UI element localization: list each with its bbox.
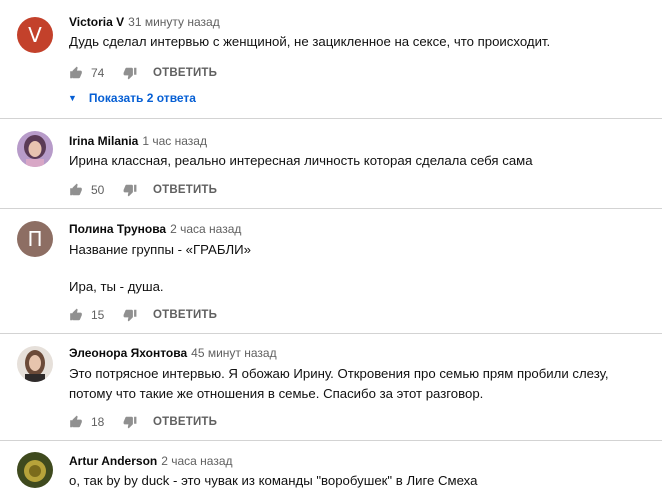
comment-actions: 15 ОТВЕТИТЬ [69, 306, 217, 324]
comment-text: Ира, ты - душа. [69, 279, 164, 294]
reply-button[interactable]: ОТВЕТИТЬ [153, 184, 217, 196]
like-count: 74 [91, 66, 105, 80]
comment-header: Элеонора Яхонтова 45 минут назад [69, 346, 277, 361]
thumb-up-icon[interactable] [69, 66, 83, 80]
avatar[interactable] [17, 452, 53, 488]
thumb-up-icon[interactable] [69, 415, 83, 429]
reply-button[interactable]: ОТВЕТИТЬ [153, 309, 217, 321]
thumb-up-icon[interactable] [69, 308, 83, 322]
divider [0, 440, 662, 441]
comment-text: Название группы - «ГРАБЛИ» [69, 242, 251, 257]
like-count: 18 [91, 415, 105, 429]
timestamp[interactable]: 1 час назад [142, 134, 207, 148]
avatar[interactable] [17, 346, 53, 382]
avatar-photo [17, 346, 53, 382]
divider [0, 208, 662, 209]
thumb-up-icon[interactable] [69, 183, 83, 197]
avatar-photo [17, 452, 53, 488]
divider [0, 118, 662, 119]
avatar[interactable]: V [17, 17, 53, 53]
timestamp[interactable]: 45 минут назад [191, 346, 276, 360]
like-count: 15 [91, 308, 105, 322]
avatar-photo [17, 131, 53, 167]
comment-header: Irina Milania 1 час назад [69, 134, 207, 149]
thumb-down-icon[interactable] [123, 66, 137, 80]
timestamp[interactable]: 2 часа назад [161, 454, 232, 468]
comment-header: Artur Anderson 2 часа назад [69, 454, 233, 469]
comment-actions: 74 ОТВЕТИТЬ [69, 64, 217, 82]
show-replies-label: Показать 2 ответа [88, 91, 196, 105]
timestamp[interactable]: 2 часа назад [170, 222, 241, 236]
author-name[interactable]: Artur Anderson [69, 454, 157, 468]
divider [0, 333, 662, 334]
comment-text: Это потрясное интервью. Я обожаю Ирину. … [69, 366, 609, 381]
comment-actions: 18 ОТВЕТИТЬ [69, 413, 217, 431]
comment-text: Дудь сделал интервью с женщиной, не заци… [69, 34, 551, 49]
thumb-down-icon[interactable] [123, 308, 137, 322]
author-name[interactable]: Irina Milania [69, 134, 138, 148]
reply-button[interactable]: ОТВЕТИТЬ [153, 416, 217, 428]
comment-actions: 50 ОТВЕТИТЬ [69, 181, 217, 199]
chevron-down-icon: ▼ [68, 93, 77, 103]
show-replies-button[interactable]: ▼ Показать 2 ответа [68, 91, 196, 105]
avatar[interactable]: П [17, 221, 53, 257]
comment-header: Victoria V 31 минуту назад [69, 15, 220, 30]
author-name[interactable]: Элеонора Яхонтова [69, 346, 187, 360]
comment-text: потому что такие же отношения в семье. С… [69, 386, 484, 401]
avatar[interactable] [17, 131, 53, 167]
timestamp[interactable]: 31 минуту назад [128, 15, 220, 29]
thumb-down-icon[interactable] [123, 183, 137, 197]
reply-button[interactable]: ОТВЕТИТЬ [153, 67, 217, 79]
thumb-down-icon[interactable] [123, 415, 137, 429]
like-count: 50 [91, 183, 105, 197]
comment-text: о, так by by duck - это чувак из команды… [69, 473, 478, 488]
author-name[interactable]: Полина Трунова [69, 222, 166, 236]
author-name[interactable]: Victoria V [69, 15, 124, 29]
comment-header: Полина Трунова 2 часа назад [69, 222, 241, 237]
comment-text: Ирина классная, реально интересная лично… [69, 153, 533, 168]
